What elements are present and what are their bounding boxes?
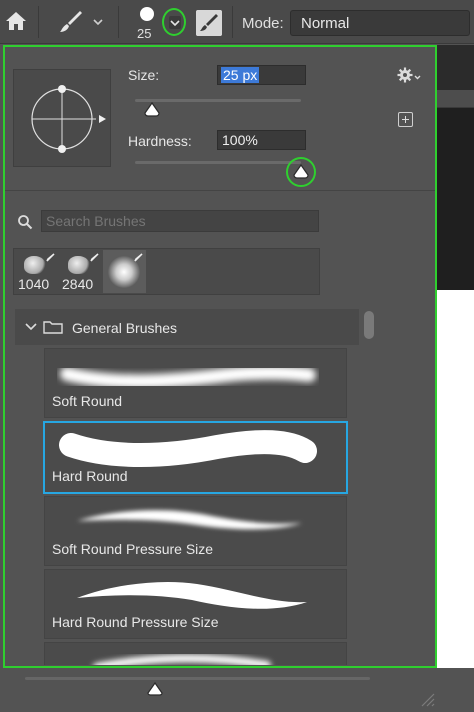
brush-name: Hard Round Pressure Size bbox=[52, 614, 219, 630]
brush-list: General Brushes Soft Round Hard Round So… bbox=[15, 309, 359, 665]
size-slider-thumb[interactable] bbox=[144, 102, 160, 117]
brush-tool-icon bbox=[90, 253, 99, 262]
chevron-down-icon bbox=[170, 20, 180, 27]
thumbnail-size-thumb[interactable] bbox=[147, 682, 163, 696]
brush-stroke-preview bbox=[77, 581, 307, 609]
brush-preset-item[interactable]: Hard Round bbox=[43, 421, 348, 494]
search-icon bbox=[18, 215, 33, 230]
hardness-label: Hardness: bbox=[128, 133, 192, 149]
brush-stroke-preview bbox=[60, 365, 316, 389]
brush-tip-angle-preview[interactable] bbox=[13, 69, 111, 167]
toolbar-divider bbox=[232, 6, 233, 38]
resize-grip-icon[interactable] bbox=[418, 690, 436, 708]
document-tab-bar bbox=[437, 45, 474, 90]
recent-brushes: 1040 2840 bbox=[13, 248, 320, 295]
search-brushes-input[interactable] bbox=[41, 210, 319, 232]
brush-name: Hard Round bbox=[52, 468, 128, 484]
toolbar-divider bbox=[38, 6, 39, 38]
hardness-slider[interactable] bbox=[135, 161, 301, 164]
airbrush-icon[interactable] bbox=[196, 10, 222, 36]
ruler bbox=[437, 90, 474, 108]
recent-brush-tile[interactable]: 1040 bbox=[15, 250, 58, 293]
size-value: 25 px bbox=[221, 67, 260, 83]
toolbar-divider bbox=[118, 6, 119, 38]
recent-brush-tile[interactable]: 2840 bbox=[59, 250, 102, 293]
brush-group-name: General Brushes bbox=[72, 320, 178, 336]
brush-size-number: 2840 bbox=[62, 276, 94, 292]
brush-list-scrollbar[interactable] bbox=[363, 309, 375, 665]
brush-list-scroll-thumb[interactable] bbox=[364, 311, 374, 339]
brush-stroke-preview bbox=[93, 654, 271, 665]
brush-preset-item[interactable] bbox=[44, 642, 347, 665]
brush-preset-item[interactable]: Soft Round Pressure Size bbox=[44, 496, 347, 566]
brush-preset-picker-panel: Size: 25 px Hardness: 100% 1040 bbox=[3, 45, 437, 668]
brush-size-preview[interactable]: 25 bbox=[135, 4, 159, 41]
canvas-area bbox=[437, 90, 474, 290]
chevron-down-icon[interactable] bbox=[25, 322, 37, 332]
new-preset-icon[interactable] bbox=[398, 112, 413, 127]
brush-thumbnail bbox=[24, 256, 46, 274]
brush-preset-item[interactable]: Soft Round bbox=[44, 348, 347, 418]
gear-icon[interactable] bbox=[397, 67, 421, 83]
home-icon[interactable] bbox=[5, 10, 27, 32]
brush-stroke-preview bbox=[77, 510, 302, 530]
folder-icon bbox=[43, 321, 63, 334]
size-field[interactable]: 25 px bbox=[217, 65, 306, 85]
brush-tip-dot bbox=[140, 7, 154, 21]
brush-tool-icon bbox=[46, 253, 55, 262]
brush-tool-icon bbox=[134, 253, 143, 262]
brush-group-header[interactable]: General Brushes bbox=[15, 309, 359, 345]
brush-stroke-preview bbox=[59, 430, 317, 467]
brush-preset-item[interactable]: Hard Round Pressure Size bbox=[44, 569, 347, 639]
brush-thumbnail bbox=[68, 256, 90, 274]
hardness-slider-thumb[interactable] bbox=[293, 164, 309, 179]
brush-name: Soft Round Pressure Size bbox=[52, 541, 214, 557]
picker-footer bbox=[0, 668, 474, 712]
brush-preset-picker-button[interactable] bbox=[162, 8, 186, 36]
chevron-down-icon[interactable] bbox=[92, 16, 104, 28]
options-bar: 25 Mode: Normal bbox=[0, 0, 474, 44]
canvas-document bbox=[437, 290, 474, 670]
brush-size-value: 25 bbox=[137, 26, 152, 41]
panel-divider bbox=[5, 190, 435, 191]
mode-label: Mode: bbox=[242, 15, 284, 32]
brush-name: Soft Round bbox=[52, 393, 123, 409]
hardness-field[interactable]: 100% bbox=[217, 130, 306, 150]
brush-size-number: 1040 bbox=[18, 276, 50, 292]
thumbnail-size-slider[interactable] bbox=[25, 677, 370, 680]
mode-select[interactable]: Normal bbox=[290, 10, 470, 36]
brush-angle-icon bbox=[31, 85, 106, 153]
recent-brush-tile[interactable] bbox=[103, 250, 146, 293]
brush-tool-icon[interactable] bbox=[58, 9, 84, 35]
size-label: Size: bbox=[128, 67, 160, 83]
